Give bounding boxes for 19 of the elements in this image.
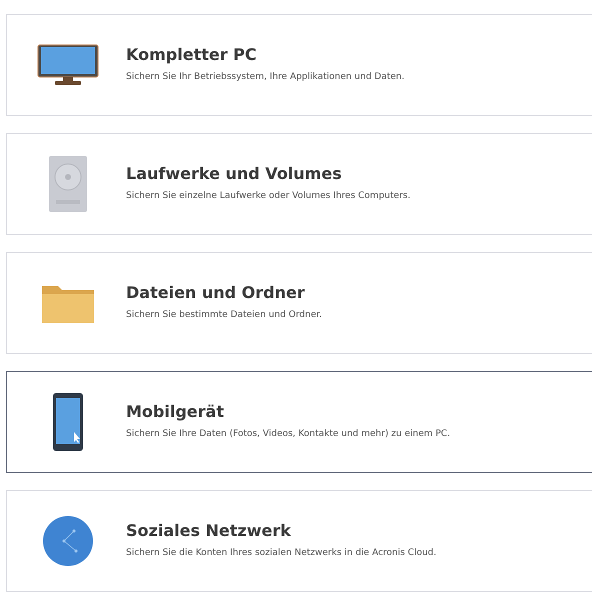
option-description: Sichern Sie Ihre Daten (Fotos, Videos, Kontakte und mehr) zu einem PC. — [126, 428, 450, 441]
option-description: Sichern Sie Ihr Betriebssystem, Ihre Applikationen und Daten. — [126, 70, 404, 84]
option-description: Sichern Sie die Konten Ihres sozialen Netzwerks in die Acronis Cloud. — [126, 546, 436, 560]
hard-drive-icon — [48, 155, 88, 213]
option-description: Sichern Sie einzelne Laufwerke oder Volumes Ihres Computers. — [126, 190, 410, 203]
phone-icon — [52, 392, 84, 452]
option-card[interactable]: Kompletter PC Sichern Sie Ihr Betriebssystem, Ihre Applikationen und Daten. — [6, 14, 592, 116]
option-card[interactable]: Dateien und Ordner Sichern Sie bestimmte Dateien und Ordner. — [6, 252, 592, 354]
option-title: Mobilgerät — [126, 402, 225, 421]
option-card[interactable]: Laufwerke und Volumes Sichern Sie einzelne Laufwerke oder Volumes Ihres Computers. — [6, 133, 592, 235]
globe-icon — [42, 515, 94, 567]
option-title: Soziales Netzwerk — [126, 520, 292, 540]
option-description: Sichern Sie bestimmte Dateien und Ordner. — [126, 308, 322, 322]
option-card[interactable]: Soziales Netzwerk Sichern Sie die Konten Ihres sozialen Netzwerks in die Acronis Cloud. — [6, 490, 592, 592]
option-title: Dateien und Ordner — [126, 282, 306, 302]
option-card[interactable]: Mobilgerät Sichern Sie Ihre Daten (Fotos, Videos, Kontakte und mehr) zu einem PC. — [6, 371, 592, 473]
monitor-icon — [37, 44, 99, 86]
option-title: Laufwerke und Volumes — [126, 164, 343, 183]
option-title: Kompletter PC — [126, 44, 258, 64]
